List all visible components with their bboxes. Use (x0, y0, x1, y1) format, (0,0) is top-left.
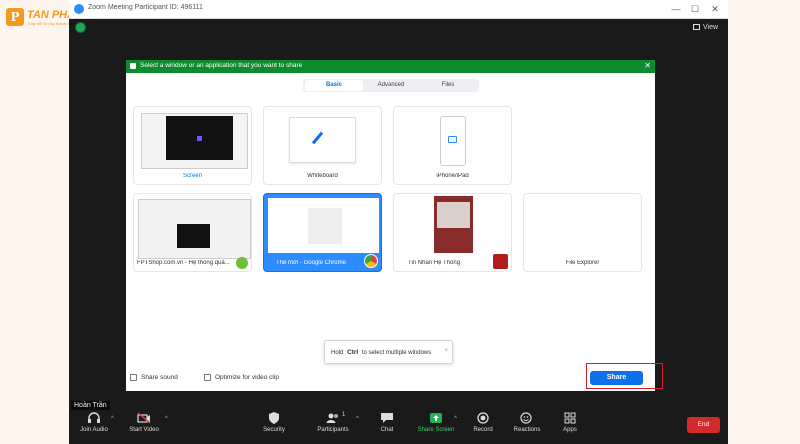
maximize-button[interactable]: ☐ (686, 2, 704, 16)
apps-button[interactable]: Apps (557, 412, 583, 433)
optimize-label: Optimize for video clip (215, 374, 279, 382)
chevron-up-icon[interactable]: ^ (454, 416, 457, 422)
title-bar: Zoom Meeting Participant ID: 496111 — ☐ … (69, 0, 728, 19)
reactions-button[interactable]: Reactions (510, 412, 544, 433)
security-label: Security (263, 427, 285, 433)
multi-select-tooltip: Hold Ctrl to select multiple windows × (324, 340, 453, 364)
zoom-app-icon (74, 4, 84, 14)
share-tile-screen[interactable]: Screen (133, 106, 252, 185)
tab-basic[interactable]: Basic (305, 80, 363, 91)
apps-icon (564, 412, 576, 424)
share-tile-iphone-ipad[interactable]: iPhone/iPad (393, 106, 512, 185)
tile-label-file-explorer: File Explorer (565, 260, 600, 266)
participant-name-tag: Hoàn Trần (71, 401, 110, 410)
share-tile-fptshop[interactable]: FPTShop.com.vn - Hệ thống quả... (133, 193, 252, 272)
tab-files[interactable]: Files (419, 80, 477, 91)
chevron-up-icon[interactable]: ^ (111, 416, 114, 422)
reactions-label: Reactions (513, 427, 541, 433)
chat-label: Chat (380, 427, 394, 433)
share-tile-tin-nhan[interactable]: Tin Nhắn Hệ Thống (393, 193, 512, 272)
share-screen-button[interactable]: Share Screen (414, 412, 458, 433)
share-sound-label: Share sound (141, 374, 178, 382)
join-audio-label: Join Audio (80, 427, 108, 433)
optimize-video-checkbox[interactable]: Optimize for video clip (204, 374, 279, 381)
dialog-header: Select a window or an application that y… (126, 60, 655, 73)
tooltip-suffix: to select multiple windows (361, 350, 432, 356)
shield-icon (269, 412, 279, 424)
brand-mark: P (6, 8, 24, 26)
smiley-plus-icon (520, 412, 532, 424)
apps-label: Apps (563, 427, 577, 433)
whiteboard-pen-icon (289, 117, 356, 163)
chat-icon (381, 413, 393, 423)
share-dialog-icon (130, 63, 136, 69)
tile-label-screen: Screen (182, 173, 202, 179)
window-title: Zoom Meeting Participant ID: 496111 (88, 4, 203, 11)
record-button[interactable]: Record (469, 412, 497, 433)
tile-label-iphone-ipad: iPhone/iPad (436, 173, 469, 179)
tooltip-close-icon[interactable]: × (444, 348, 448, 354)
tooltip-prefix: Hold (331, 350, 344, 356)
dialog-close-icon[interactable]: ✕ (644, 61, 651, 70)
participants-icon (326, 413, 338, 423)
start-video-button[interactable]: Start Video (125, 412, 163, 433)
tile-label-tin-nhan: Tin Nhắn Hệ Thống (408, 260, 461, 266)
share-tile-chrome[interactable]: Thẻ mới - Google Chrome (263, 193, 382, 272)
app-badge-icon (236, 257, 248, 269)
tab-advanced[interactable]: Advanced (362, 80, 420, 91)
participants-button[interactable]: Participants (311, 412, 355, 433)
chevron-up-icon[interactable]: ^ (356, 416, 359, 422)
view-button[interactable]: View (693, 24, 718, 31)
chat-button[interactable]: Chat (374, 412, 400, 433)
chevron-up-icon[interactable]: ^ (165, 416, 168, 422)
phone-airplay-icon (440, 116, 466, 166)
share-button-highlight (586, 363, 663, 389)
fptshop-thumbnail (138, 199, 251, 259)
tooltip-key: Ctrl (347, 349, 359, 356)
share-screen-dialog: Select a window or an application that y… (126, 60, 655, 391)
video-off-icon (137, 412, 151, 424)
share-tile-file-explorer[interactable]: File Explorer (523, 193, 642, 272)
tin-nhan-thumbnail (434, 196, 473, 253)
screen-thumbnail (141, 113, 248, 169)
chrome-thumbnail (268, 198, 379, 253)
view-label: View (703, 24, 719, 31)
checkbox-icon (204, 374, 211, 381)
share-screen-icon (430, 413, 442, 423)
grid-icon (693, 24, 700, 31)
start-video-label: Start Video (129, 427, 159, 433)
headphones-icon (88, 412, 100, 423)
chrome-icon (364, 254, 378, 268)
join-audio-button[interactable]: Join Audio (77, 412, 111, 433)
minimize-button[interactable]: — (667, 2, 685, 16)
end-meeting-button[interactable]: End (687, 417, 720, 433)
checkbox-icon (130, 374, 137, 381)
security-button[interactable]: Security (258, 412, 290, 433)
participants-label: Participants (317, 427, 349, 433)
share-tabs: Basic Advanced Files (303, 79, 479, 92)
record-label: Record (473, 427, 493, 433)
share-sound-checkbox[interactable]: Share sound (130, 374, 178, 381)
brand-logo: P TAN PHAT Thay đổi tư duy thành công (6, 8, 81, 30)
participants-count: 1 (342, 412, 346, 418)
share-screen-label: Share Screen (417, 427, 455, 433)
share-tile-whiteboard[interactable]: Whiteboard (263, 106, 382, 185)
tile-label-fptshop: FPTShop.com.vn - Hệ thống quả... (137, 260, 230, 266)
record-icon (477, 412, 489, 424)
app-badge-icon (493, 254, 508, 269)
tile-label-whiteboard: Whiteboard (307, 173, 338, 179)
dialog-title: Select a window or an application that y… (140, 62, 303, 69)
close-button[interactable]: ✕ (706, 2, 724, 16)
meeting-info-shield-icon[interactable] (75, 22, 86, 33)
